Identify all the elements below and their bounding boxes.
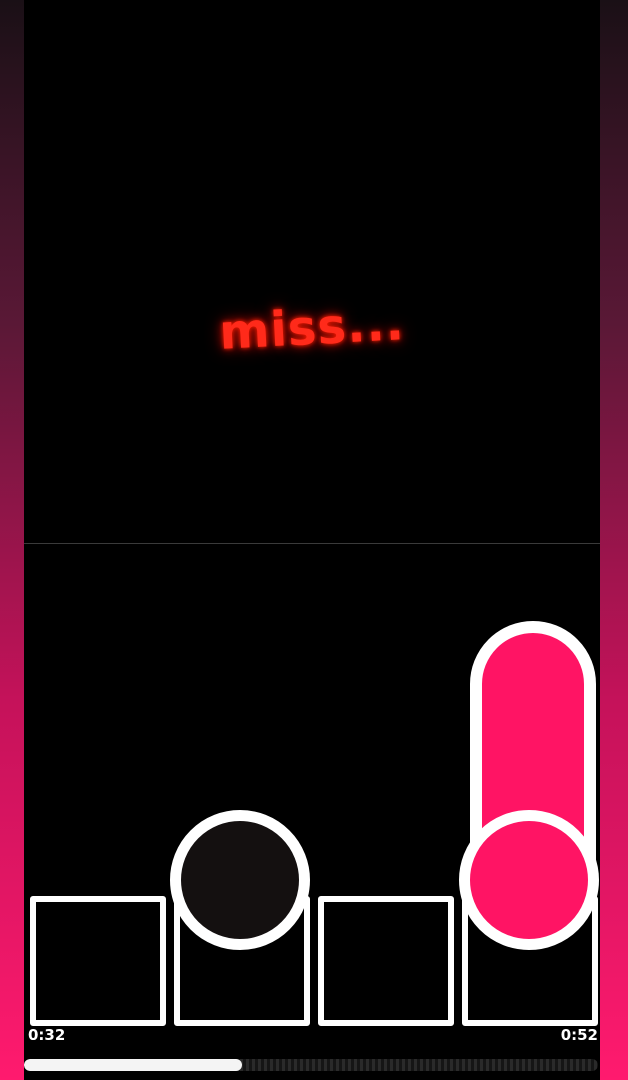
elapsed-time: 0:32 — [28, 1026, 66, 1044]
hold-note-head — [459, 810, 599, 950]
game-stage: miss... 0:32 0:52 — [24, 0, 600, 1080]
tap-note — [170, 810, 310, 950]
song-progress-fill — [24, 1059, 243, 1071]
hit-divider-line — [24, 543, 600, 544]
lane-pad-1[interactable] — [30, 896, 166, 1026]
song-progress-bar[interactable] — [24, 1059, 598, 1071]
lane-pad-3[interactable] — [318, 896, 454, 1026]
judgement-text: miss... — [218, 295, 406, 361]
total-time: 0:52 — [560, 1026, 598, 1044]
